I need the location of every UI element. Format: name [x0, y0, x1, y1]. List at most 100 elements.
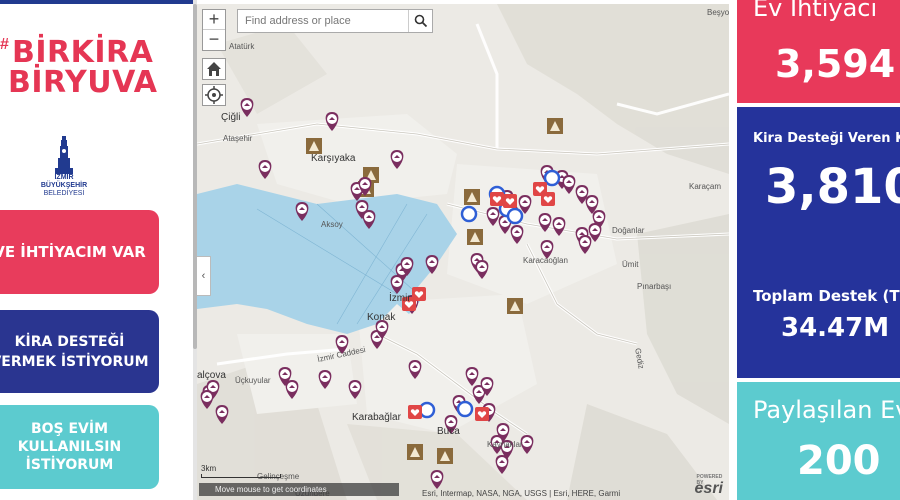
- home-marker-icon[interactable]: [425, 255, 439, 274]
- scale-label: 3km: [201, 464, 217, 473]
- blue-marker-icon[interactable]: [506, 207, 524, 225]
- zoom-controls: + −: [202, 9, 226, 51]
- stat-home-needs: Ev İhtiyacı 3,594: [737, 0, 900, 103]
- address-search-input[interactable]: [238, 10, 410, 32]
- need-home-label: VE İHTİYACIM VAR: [0, 243, 146, 261]
- clock-tower-icon: [55, 136, 73, 174]
- tent-marker-icon[interactable]: [306, 138, 322, 154]
- home-marker-icon[interactable]: [408, 360, 422, 379]
- heart-marker-icon[interactable]: [475, 407, 489, 421]
- stat-total-support-label: Toplam Destek (TL): [753, 287, 900, 305]
- home-marker-icon[interactable]: [258, 160, 272, 179]
- home-marker-icon[interactable]: [295, 202, 309, 221]
- home-marker-icon[interactable]: [465, 367, 479, 386]
- home-marker-icon[interactable]: [562, 175, 576, 194]
- place-karacaoglan: Karacaoğlan: [523, 256, 568, 265]
- home-marker-icon[interactable]: [318, 370, 332, 389]
- search-button[interactable]: [408, 10, 432, 32]
- place-uckuyular: Üçkuyular: [235, 376, 271, 385]
- home-marker-icon[interactable]: [362, 210, 376, 229]
- place-besyol: Beşyo: [707, 8, 729, 17]
- share-home-line3: İSTİYORUM: [25, 457, 114, 473]
- place-karagam: Karaçam: [689, 182, 722, 191]
- stat-home-needs-value: 3,594: [775, 42, 896, 86]
- give-rent-support-button[interactable]: KİRA DESTEĞİ VERMEK İSTİYORUM: [0, 310, 159, 393]
- home-marker-icon[interactable]: [430, 470, 444, 489]
- address-search: [237, 9, 433, 33]
- heart-marker-icon[interactable]: [541, 192, 555, 206]
- map-view[interactable]: Beşyo Atatürk Çiğli Ataşehir Karşıyaka A…: [197, 4, 729, 500]
- tent-marker-icon[interactable]: [464, 189, 480, 205]
- logo-line1: BİRKİRA: [12, 35, 154, 70]
- home-marker-icon[interactable]: [486, 207, 500, 226]
- home-button[interactable]: [202, 58, 226, 80]
- marker-layer[interactable]: [197, 4, 729, 500]
- home-marker-icon[interactable]: [552, 217, 566, 236]
- home-marker-icon[interactable]: [578, 235, 592, 254]
- home-marker-icon[interactable]: [390, 150, 404, 169]
- share-home-line2: KULLANILSIN: [17, 439, 122, 455]
- home-marker-icon[interactable]: [475, 260, 489, 279]
- app-page: # BİRKİRA BİRYUVA İZMİR BÜYÜKŞEHİR BELED…: [0, 0, 900, 500]
- share-empty-home-button[interactable]: BOŞ EVİM KULLANILSIN İSTİYORUM: [0, 405, 159, 489]
- place-cigli: Çiğli: [221, 112, 241, 123]
- stat-rent-support: Kira Desteği Veren Kişi 3,810 Toplam Des…: [737, 107, 900, 378]
- blue-marker-icon[interactable]: [460, 205, 478, 223]
- stat-shared-homes-label: Paylaşılan Ev: [753, 396, 900, 424]
- home-icon: [207, 62, 221, 76]
- stat-rent-support-value: 3,810: [765, 159, 900, 215]
- stat-rent-support-label: Kira Desteği Veren Kişi: [753, 131, 900, 146]
- tent-marker-icon[interactable]: [407, 444, 423, 460]
- collapse-panel-tab[interactable]: ‹: [197, 256, 211, 296]
- home-marker-icon[interactable]: [325, 112, 339, 131]
- home-marker-icon[interactable]: [390, 275, 404, 294]
- home-marker-icon[interactable]: [215, 405, 229, 424]
- blue-marker-icon[interactable]: [456, 400, 474, 418]
- heart-marker-icon[interactable]: [408, 405, 422, 419]
- place-aksoy: Aksoy: [321, 220, 343, 229]
- blue-marker-icon[interactable]: [543, 169, 561, 187]
- tent-marker-icon[interactable]: [467, 229, 483, 245]
- panel-gap: [729, 0, 737, 500]
- home-marker-icon[interactable]: [538, 213, 552, 232]
- stats-panel: Ev İhtiyacı 3,594 Kira Desteği Veren Kiş…: [737, 0, 900, 500]
- municipality-line1: İZMİR: [54, 174, 74, 181]
- campaign-logo[interactable]: BİRKİRA BİRYUVA: [2, 38, 157, 98]
- place-izmir: İzmir: [389, 293, 411, 304]
- home-marker-icon[interactable]: [348, 380, 362, 399]
- place-atasehir: Ataşehir: [223, 134, 253, 143]
- municipality-logo: İZMİR BÜYÜKŞEHİR BELEDİYESİ: [38, 136, 90, 198]
- tent-marker-icon[interactable]: [437, 448, 453, 464]
- coordinates-text: Move mouse to get coordinates: [215, 485, 327, 494]
- zoom-in-button[interactable]: +: [203, 10, 225, 30]
- place-buca: Buca: [437, 426, 460, 437]
- stat-total-support-value: 34.47M: [781, 313, 890, 343]
- coordinates-readout: Move mouse to get coordinates: [199, 483, 399, 496]
- home-marker-icon[interactable]: [240, 98, 254, 117]
- tent-marker-icon[interactable]: [547, 118, 563, 134]
- sidebar: # BİRKİRA BİRYUVA İZMİR BÜYÜKŞEHİR BELED…: [0, 0, 193, 500]
- tent-marker-icon[interactable]: [507, 298, 523, 314]
- share-home-label: BOŞ EVİM KULLANILSIN İSTİYORUM: [18, 420, 122, 474]
- home-marker-icon[interactable]: [200, 390, 214, 409]
- place-umit: Ümit: [622, 260, 639, 269]
- locate-button[interactable]: [202, 84, 226, 106]
- give-rent-line1: KİRA DESTEĞİ: [14, 333, 125, 350]
- place-balcova: alçova: [197, 370, 226, 381]
- logo-line2: BİRYUVA: [8, 65, 158, 100]
- home-marker-icon[interactable]: [285, 380, 299, 399]
- stat-home-needs-label: Ev İhtiyacı: [753, 0, 878, 22]
- blue-marker-icon[interactable]: [418, 401, 436, 419]
- municipality-line2: BÜYÜKŞEHİR: [40, 182, 88, 189]
- search-icon: [414, 14, 427, 28]
- heart-marker-icon[interactable]: [503, 194, 517, 208]
- top-accent-line: [0, 0, 193, 4]
- locate-icon: [205, 86, 223, 104]
- need-home-button[interactable]: VE İHTİYACIM VAR: [0, 210, 159, 294]
- zoom-out-button[interactable]: −: [203, 30, 225, 50]
- esri-logo[interactable]: POWERED BY esri: [695, 474, 723, 498]
- home-marker-icon[interactable]: [510, 225, 524, 244]
- heart-marker-icon[interactable]: [490, 192, 504, 206]
- home-marker-icon[interactable]: [495, 455, 509, 474]
- stat-shared-homes-value: 200: [797, 438, 881, 484]
